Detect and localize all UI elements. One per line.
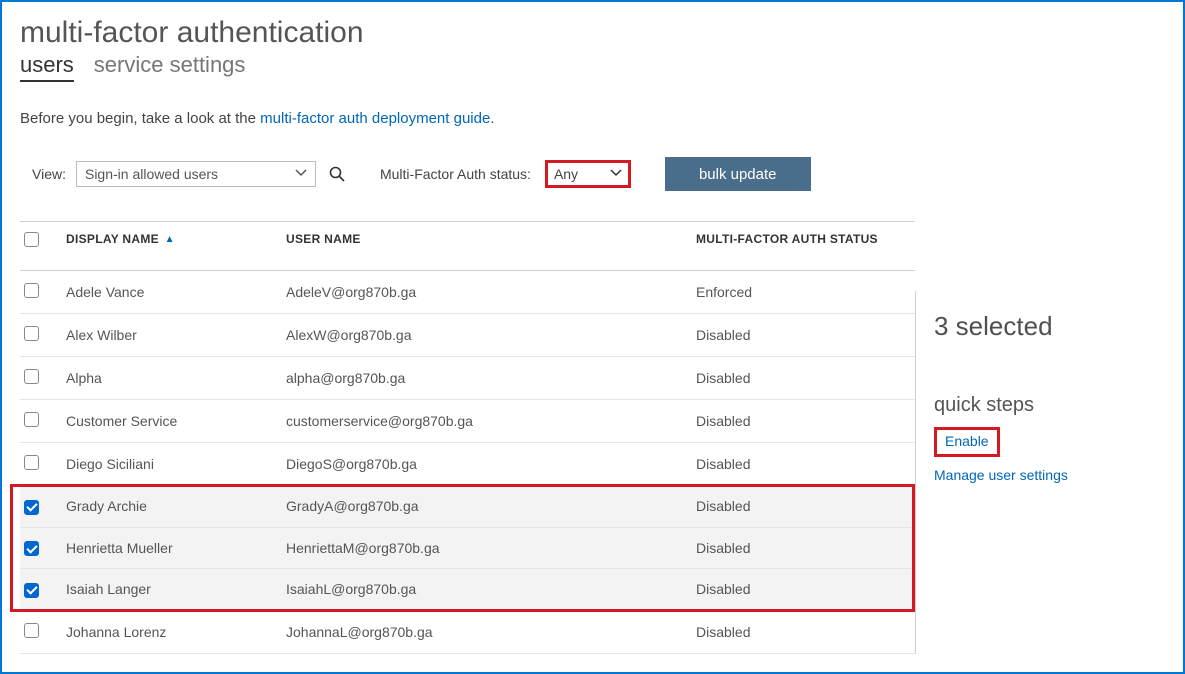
cell-mfa-status: Disabled: [688, 569, 915, 611]
table-row[interactable]: Isaiah LangerIsaiahL@org870b.gaDisabled: [20, 569, 915, 611]
tab-service-settings[interactable]: service settings: [94, 52, 246, 82]
table-row[interactable]: Alphaalpha@org870b.gaDisabled: [20, 357, 915, 400]
cell-display-name: Grady Archie: [58, 486, 278, 528]
users-table: DISPLAY NAME ▲ USER NAME MULTI-FACTOR AU…: [20, 221, 915, 654]
row-checkbox[interactable]: [24, 412, 39, 427]
enable-highlight: Enable: [934, 427, 1000, 457]
view-select-value: Sign-in allowed users: [85, 166, 218, 182]
cell-display-name: Alex Wilber: [58, 314, 278, 357]
cell-display-name: Alpha: [58, 357, 278, 400]
intro-suffix: .: [490, 110, 494, 127]
table-row[interactable]: Johanna LorenzJohannaL@org870b.gaDisable…: [20, 610, 915, 653]
cell-display-name: Diego Siciliani: [58, 443, 278, 486]
table-row[interactable]: Alex WilberAlexW@org870b.gaDisabled: [20, 314, 915, 357]
table-row[interactable]: Customer Servicecustomerservice@org870b.…: [20, 400, 915, 443]
row-checkbox[interactable]: [24, 500, 39, 515]
intro-prefix: Before you begin, take a look at the: [20, 110, 260, 127]
intro-text: Before you begin, take a look at the mul…: [20, 110, 1165, 127]
chevron-down-icon: [295, 166, 307, 182]
row-checkbox[interactable]: [24, 369, 39, 384]
deployment-guide-link[interactable]: multi-factor auth deployment guide: [260, 110, 490, 127]
toolbar: View: Sign-in allowed users Multi-Factor…: [20, 157, 1165, 191]
mfa-status-select[interactable]: Any: [545, 160, 631, 188]
cell-mfa-status: Disabled: [688, 443, 915, 486]
search-icon[interactable]: [326, 163, 348, 185]
tabs: users service settings: [20, 52, 1165, 82]
select-all-checkbox[interactable]: [24, 232, 39, 247]
cell-display-name: Isaiah Langer: [58, 569, 278, 611]
table-row[interactable]: Grady ArchieGradyA@org870b.gaDisabled: [20, 486, 915, 528]
cell-user-name: AdeleV@org870b.ga: [278, 271, 688, 314]
cell-mfa-status: Disabled: [688, 527, 915, 569]
column-mfa-status[interactable]: MULTI-FACTOR AUTH STATUS: [688, 222, 915, 271]
cell-mfa-status: Disabled: [688, 400, 915, 443]
column-user-name[interactable]: USER NAME: [278, 222, 688, 271]
cell-user-name: customerservice@org870b.ga: [278, 400, 688, 443]
view-label: View:: [32, 166, 66, 182]
cell-mfa-status: Enforced: [688, 271, 915, 314]
row-checkbox[interactable]: [24, 283, 39, 298]
cell-mfa-status: Disabled: [688, 314, 915, 357]
chevron-down-icon: [610, 166, 622, 182]
mfa-status-label: Multi-Factor Auth status:: [380, 166, 531, 182]
manage-user-settings-link[interactable]: Manage user settings: [934, 467, 1165, 483]
cell-display-name: Customer Service: [58, 400, 278, 443]
selected-count: 3 selected: [934, 311, 1165, 342]
column-display-name-label: DISPLAY NAME: [66, 232, 159, 246]
cell-mfa-status: Disabled: [688, 357, 915, 400]
cell-display-name: Henrietta Mueller: [58, 527, 278, 569]
sort-ascending-icon: ▲: [165, 234, 175, 245]
cell-user-name: AlexW@org870b.ga: [278, 314, 688, 357]
table-row[interactable]: Henrietta MuellerHenriettaM@org870b.gaDi…: [20, 527, 915, 569]
tab-users[interactable]: users: [20, 52, 74, 82]
column-display-name[interactable]: DISPLAY NAME ▲: [58, 222, 278, 271]
view-select[interactable]: Sign-in allowed users: [76, 161, 316, 187]
row-checkbox[interactable]: [24, 455, 39, 470]
bulk-update-button[interactable]: bulk update: [665, 157, 811, 191]
cell-mfa-status: Disabled: [688, 486, 915, 528]
row-checkbox[interactable]: [24, 541, 39, 556]
header-checkbox-cell: [20, 222, 58, 271]
cell-user-name: DiegoS@org870b.ga: [278, 443, 688, 486]
row-checkbox[interactable]: [24, 623, 39, 638]
table-row[interactable]: Diego SicilianiDiegoS@org870b.gaDisabled: [20, 443, 915, 486]
cell-user-name: GradyA@org870b.ga: [278, 486, 688, 528]
side-panel: 3 selected quick steps Enable Manage use…: [915, 291, 1165, 654]
table-row[interactable]: Adele VanceAdeleV@org870b.gaEnforced: [20, 271, 915, 314]
mfa-status-value: Any: [554, 166, 578, 182]
cell-display-name: Adele Vance: [58, 271, 278, 314]
page-title: multi-factor authentication: [20, 16, 1165, 50]
cell-user-name: JohannaL@org870b.ga: [278, 610, 688, 653]
enable-link[interactable]: Enable: [945, 433, 989, 449]
quick-steps-heading: quick steps: [934, 394, 1165, 417]
cell-user-name: IsaiahL@org870b.ga: [278, 569, 688, 611]
cell-mfa-status: Disabled: [688, 610, 915, 653]
cell-user-name: alpha@org870b.ga: [278, 357, 688, 400]
cell-user-name: HenriettaM@org870b.ga: [278, 527, 688, 569]
row-checkbox[interactable]: [24, 583, 39, 598]
row-checkbox[interactable]: [24, 326, 39, 341]
cell-display-name: Johanna Lorenz: [58, 610, 278, 653]
